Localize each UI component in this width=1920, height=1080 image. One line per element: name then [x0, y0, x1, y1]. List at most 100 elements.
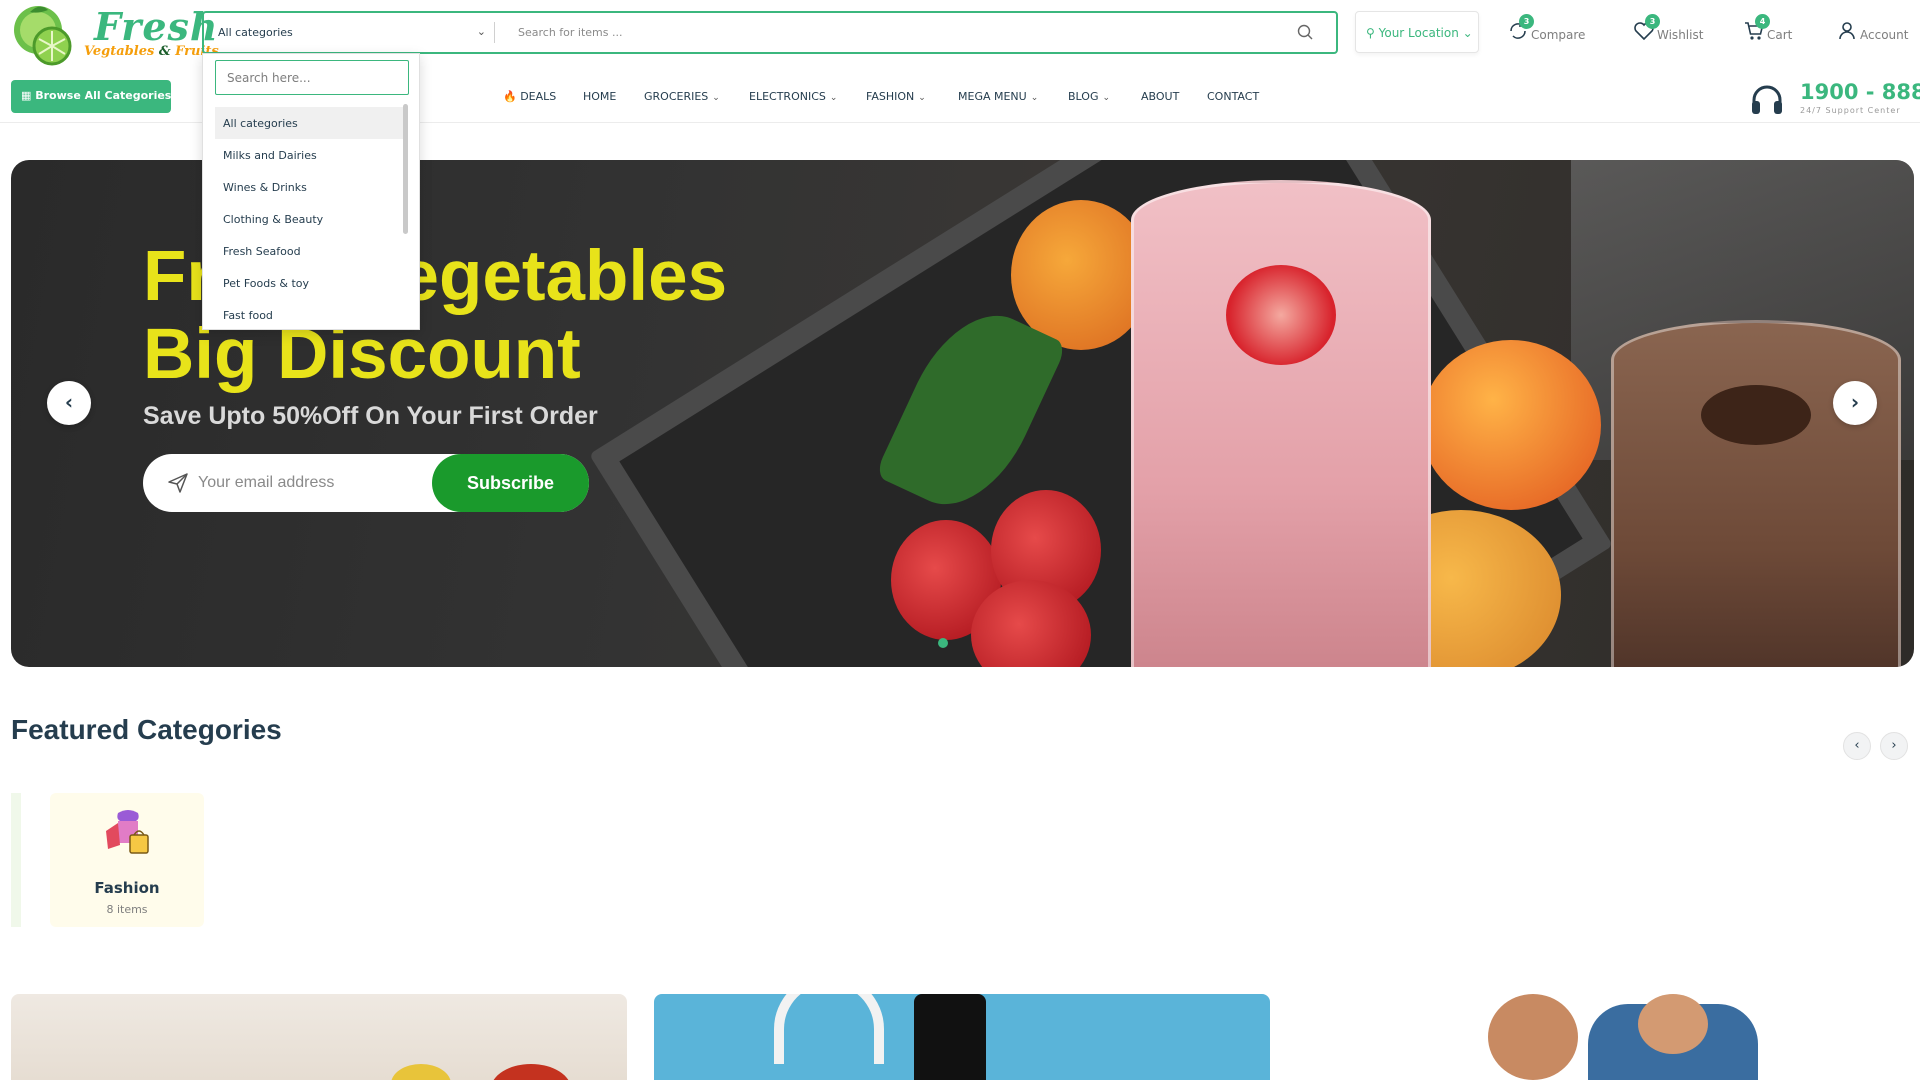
category-card-fashion[interactable]: Fashion 8 items	[50, 793, 204, 927]
dropdown-option[interactable]: Fast food	[215, 299, 405, 329]
category-name: Fashion	[94, 879, 160, 897]
wishlist-count-badge: 3	[1645, 14, 1660, 29]
chevron-down-icon: ⌄	[476, 25, 486, 38]
nav-about[interactable]: About	[1141, 90, 1179, 103]
nav-mega-menu[interactable]: Mega menu ⌄	[958, 90, 1038, 103]
site-logo[interactable]: Fresh Vegtables & Fruits	[12, 4, 219, 66]
hero-subtitle: Save Upto 50%Off On Your First Order	[143, 402, 598, 430]
nav-deals-label: Deals	[520, 90, 557, 103]
logo-wordmark: Fresh	[94, 4, 219, 49]
chevron-right-icon: ›	[1850, 390, 1860, 414]
headset-icon	[1752, 85, 1782, 114]
dropdown-list: All categories Milks and Dairies Wines &…	[215, 107, 405, 329]
dropdown-option[interactable]: Pet Foods & toy	[215, 267, 405, 299]
chocolate-smoothie-glass-image	[1611, 320, 1901, 667]
wishlist-label: Wishlist	[1657, 28, 1704, 42]
chevron-right-icon: ›	[1891, 738, 1897, 753]
strawberry-slice-image	[1226, 265, 1336, 365]
nav-contact[interactable]: Contact	[1207, 90, 1259, 103]
nav-blog-label: Blog	[1068, 90, 1099, 103]
location-label: Your Location	[1378, 26, 1459, 40]
peach-image	[1421, 340, 1601, 510]
nav-fashion-label: Fashion	[866, 90, 915, 103]
nav-home-label: Home	[583, 90, 617, 103]
support-subtitle: 24/7 Support Center	[1800, 106, 1901, 115]
nav-electronics[interactable]: Electronics ⌄	[749, 90, 837, 103]
dropdown-option[interactable]: Wines & Drinks	[215, 171, 405, 203]
nav-groceries-label: Groceries	[644, 90, 709, 103]
dropdown-option[interactable]: Milks and Dairies	[215, 139, 405, 171]
slider-dot-active[interactable]	[938, 638, 948, 648]
nav-home[interactable]: Home	[583, 90, 616, 103]
hero-prev-button[interactable]: ‹	[47, 381, 91, 425]
smartphone-image	[914, 994, 986, 1080]
send-icon	[168, 473, 188, 493]
lemon-image	[391, 1064, 451, 1080]
pink-smoothie-glass-image	[1131, 180, 1431, 667]
dropdown-option[interactable]: Clothing & Beauty	[215, 203, 405, 235]
cart-count-badge: 4	[1755, 14, 1770, 29]
hero-next-button[interactable]: ›	[1833, 381, 1877, 425]
location-button[interactable]: ⚲ Your Location ⌄	[1355, 11, 1479, 53]
email-input[interactable]	[198, 468, 438, 498]
support-number: 1900 - 888	[1800, 80, 1920, 104]
grid-icon: ▦	[21, 89, 32, 102]
promo-banner-electronics[interactable]	[654, 994, 1270, 1080]
browse-categories-label: Browse All Categories	[35, 89, 172, 102]
chevron-down-icon: ⌄	[1462, 26, 1473, 40]
wishlist-button[interactable]: 3 Wishlist	[1633, 14, 1718, 48]
category-select-value: All categories	[218, 26, 293, 39]
fashion-icon	[106, 810, 149, 854]
chevron-down-icon: ⌄	[918, 93, 926, 103]
compare-button[interactable]: 3 Compare	[1507, 14, 1597, 48]
chevron-down-icon: ⌄	[175, 89, 185, 102]
compare-count-badge: 3	[1519, 14, 1534, 29]
search-icon[interactable]	[1296, 23, 1314, 41]
category-card-partial	[11, 793, 21, 927]
category-count: 8 items	[106, 903, 148, 916]
person-image	[1488, 994, 1578, 1080]
person-image	[1638, 994, 1708, 1054]
browse-categories-button[interactable]: ▦ Browse All Categories ⌄	[11, 80, 184, 113]
chevron-down-icon: ⌄	[829, 93, 838, 103]
nav-mega-menu-label: Mega menu	[958, 90, 1027, 103]
headphones-image	[774, 994, 884, 1064]
nav-electronics-label: Electronics	[749, 90, 826, 103]
featured-prev-button[interactable]: ‹	[1843, 732, 1871, 760]
cart-button[interactable]: 4 Cart	[1743, 14, 1813, 48]
search-bar: All categories ⌄	[202, 11, 1338, 54]
nav-blog[interactable]: Blog ⌄	[1068, 90, 1110, 103]
promo-banner-fashion[interactable]	[1298, 994, 1914, 1080]
account-button[interactable]: Account	[1836, 18, 1920, 48]
lime-logo-icon	[14, 6, 72, 66]
nav-deals[interactable]: 🔥 Deals	[503, 90, 556, 103]
support-hotline: 1900 - 888 24/7 Support Center	[1750, 80, 1920, 120]
fire-icon: 🔥	[503, 90, 517, 103]
account-label: Account	[1860, 28, 1909, 42]
nav-about-label: About	[1141, 90, 1180, 103]
chevron-down-icon: ⌄	[712, 93, 720, 103]
dropdown-option[interactable]: All categories	[215, 107, 405, 139]
subscribe-button[interactable]: Subscribe	[432, 454, 589, 512]
logo-tagline-amp: &	[158, 44, 171, 59]
search-divider	[494, 22, 495, 43]
nav-groceries[interactable]: Groceries ⌄	[644, 90, 720, 103]
promo-banner-groceries[interactable]	[11, 994, 627, 1080]
category-select[interactable]: All categories ⌄	[204, 13, 494, 52]
location-pin-icon: ⚲	[1366, 26, 1375, 40]
chocolate-shavings-image	[1701, 385, 1811, 445]
apple-image	[491, 1064, 571, 1080]
chevron-left-icon: ‹	[64, 390, 74, 414]
cart-label: Cart	[1767, 28, 1793, 42]
dropdown-search-input[interactable]	[215, 60, 409, 95]
logo-tagline: Vegtables & Fruits	[84, 44, 219, 59]
chevron-down-icon: ⌄	[1102, 93, 1111, 103]
dropdown-scrollbar[interactable]	[403, 104, 408, 234]
user-icon	[1839, 22, 1855, 40]
dropdown-option[interactable]: Fresh Seafood	[215, 235, 405, 267]
nav-fashion[interactable]: Fashion ⌄	[866, 90, 926, 103]
featured-next-button[interactable]: ›	[1880, 732, 1908, 760]
search-input[interactable]	[504, 17, 1284, 48]
chevron-down-icon: ⌄	[1030, 93, 1039, 103]
featured-categories-title: Featured Categories	[11, 714, 282, 745]
